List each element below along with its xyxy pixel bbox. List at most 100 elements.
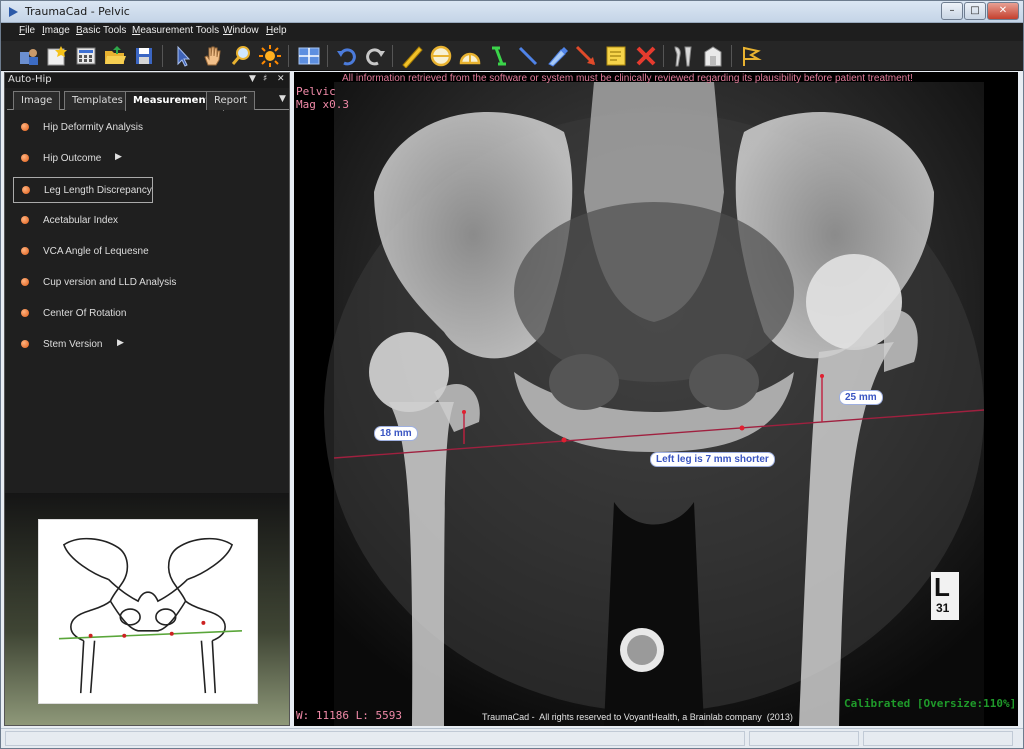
- pelvis-outline-drawing: [58, 537, 243, 694]
- tab-overflow-icon[interactable]: ▼: [279, 94, 286, 104]
- save-icon[interactable]: [132, 44, 156, 68]
- menu-bar: File Image Basic Tools Measurement Tools…: [1, 23, 1023, 41]
- list-item-label: Hip Deformity Analysis: [43, 122, 144, 133]
- toolbar-separator: [327, 45, 328, 67]
- circle-icon[interactable]: [429, 44, 453, 68]
- list-item-label: VCA Angle of Lequesne: [43, 246, 149, 257]
- distance-icon[interactable]: [487, 44, 511, 68]
- calculator-icon[interactable]: [74, 44, 98, 68]
- delete-icon[interactable]: [634, 44, 658, 68]
- pelvis-guide-diagram: [38, 519, 258, 704]
- line-icon[interactable]: [516, 44, 540, 68]
- list-item[interactable]: Hip Deformity Analysis: [13, 115, 281, 141]
- bullet-icon: [21, 278, 29, 286]
- leg-length-result-label[interactable]: Left leg is 7 mm shorter: [650, 452, 775, 467]
- menu-file[interactable]: File: [19, 25, 35, 36]
- tab-report[interactable]: Report: [206, 91, 256, 110]
- window-title: TraumaCad - Pelvic: [25, 5, 130, 18]
- list-item[interactable]: Hip Outcome ▶: [13, 146, 281, 172]
- brightness-icon[interactable]: [258, 44, 282, 68]
- list-item[interactable]: Stem Version ▶: [13, 332, 281, 358]
- copyright-text: TraumaCad - All rights reserved to Voyan…: [482, 712, 793, 722]
- tab-image[interactable]: Image: [13, 91, 61, 110]
- close-button[interactable]: ✕: [987, 2, 1019, 20]
- status-cell: [749, 731, 859, 746]
- bullet-icon: [21, 340, 29, 348]
- pelvic-xray-image[interactable]: [294, 72, 1018, 726]
- zoom-icon[interactable]: [229, 44, 253, 68]
- status-bar: [1, 728, 1023, 748]
- ruler-icon[interactable]: [400, 44, 424, 69]
- list-item[interactable]: VCA Angle of Lequesne: [13, 239, 281, 265]
- bullet-icon: [21, 216, 29, 224]
- open-folder-icon[interactable]: [103, 44, 127, 68]
- menu-image[interactable]: Image: [42, 25, 70, 36]
- menu-window[interactable]: Window: [223, 25, 259, 36]
- menu-help[interactable]: Help: [266, 25, 287, 36]
- disclaimer-text: All information retrieved from the softw…: [342, 73, 913, 84]
- status-cell: [863, 731, 1013, 746]
- list-item-label: Center Of Rotation: [43, 308, 127, 319]
- pointer-icon[interactable]: [171, 44, 195, 68]
- redo-icon[interactable]: [363, 44, 387, 68]
- right-leg-measure-label[interactable]: 18 mm: [374, 426, 418, 441]
- panel-pin-icon[interactable]: ♯: [263, 74, 267, 84]
- toolbar: [1, 41, 1023, 71]
- bullet-icon: [21, 154, 29, 162]
- panel-tabs: Image Templates Measurements Report ▼: [7, 90, 289, 111]
- list-item-label: Stem Version: [43, 339, 103, 350]
- undo-icon[interactable]: [335, 44, 359, 68]
- panel-title: Auto-Hip: [8, 74, 52, 85]
- list-item-label: Cup version and LLD Analysis: [43, 277, 177, 288]
- list-item[interactable]: Leg Length Discrepancy: [13, 177, 153, 203]
- toolbar-separator: [162, 45, 163, 67]
- pan-hand-icon[interactable]: [200, 44, 224, 68]
- marker-icon[interactable]: [545, 44, 569, 68]
- toolbar-separator: [731, 45, 732, 67]
- left-leg-measure-label[interactable]: 25 mm: [839, 390, 883, 405]
- list-item[interactable]: Acetabular Index: [13, 208, 281, 234]
- magnification-label: Mag x0.3: [296, 98, 349, 111]
- bullet-icon: [22, 186, 30, 194]
- note-icon[interactable]: [604, 44, 628, 68]
- arrow-icon[interactable]: [574, 44, 598, 68]
- guide-preview-area: [5, 493, 289, 725]
- implant-icon[interactable]: [701, 44, 725, 68]
- list-item[interactable]: Cup version and LLD Analysis: [13, 270, 281, 296]
- toolbar-separator: [392, 45, 393, 67]
- list-item-label: Leg Length Discrepancy: [44, 185, 152, 196]
- flag-icon[interactable]: [739, 44, 763, 68]
- application-window: TraumaCad - Pelvic – □ ✕ File Image Basi…: [0, 0, 1024, 749]
- left-panel: Auto-Hip ▼ ♯ ✕ Image Templates Measureme…: [4, 72, 290, 726]
- window-level-readout: W: 11186 L: 5593: [296, 709, 402, 722]
- toolbar-separator: [663, 45, 664, 67]
- list-item-label: Hip Outcome: [43, 153, 102, 164]
- side-marker-letter: L: [934, 572, 950, 602]
- study-label: Pelvic: [296, 85, 336, 98]
- status-cell: [5, 731, 745, 746]
- calibration-status: Calibrated [Oversize:110%]: [844, 697, 1017, 710]
- image-viewer[interactable]: Pelvic Mag x0.3 All information retrieve…: [294, 72, 1018, 726]
- menu-measurement-tools[interactable]: Measurement Tools: [132, 25, 219, 36]
- maximize-button[interactable]: □: [964, 2, 986, 20]
- layout-icon[interactable]: [297, 44, 321, 68]
- side-marker-number: 31: [936, 601, 950, 615]
- angle-icon[interactable]: [458, 44, 482, 68]
- minimize-button[interactable]: –: [941, 2, 963, 20]
- tab-templates[interactable]: Templates: [64, 91, 131, 110]
- bullet-icon: [21, 247, 29, 255]
- panel-header: Auto-Hip ▼ ♯ ✕: [5, 73, 289, 88]
- bullet-icon: [21, 309, 29, 317]
- list-item[interactable]: Center Of Rotation: [13, 301, 281, 327]
- new-case-icon[interactable]: [45, 44, 69, 68]
- template-icon[interactable]: [671, 44, 695, 68]
- patient-icon[interactable]: [17, 44, 41, 68]
- list-item-label: Acetabular Index: [43, 215, 119, 226]
- bullet-icon: [21, 123, 29, 131]
- submenu-arrow-icon: ▶: [115, 152, 122, 162]
- toolbar-separator: [288, 45, 289, 67]
- menu-basic-tools[interactable]: Basic Tools: [76, 25, 126, 36]
- app-logo-icon: [9, 7, 18, 17]
- panel-close-icon[interactable]: ✕: [277, 74, 285, 84]
- panel-dropdown-icon[interactable]: ▼: [249, 74, 256, 84]
